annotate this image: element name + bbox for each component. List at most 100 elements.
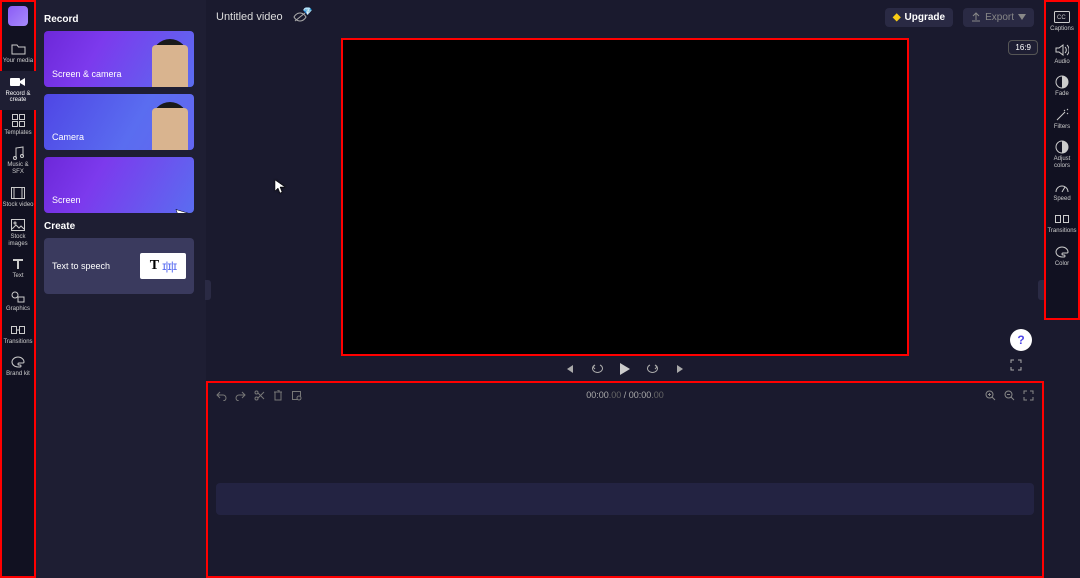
empty-track[interactable] bbox=[216, 483, 1034, 515]
nav-label: Your media bbox=[3, 58, 33, 65]
grid-icon bbox=[10, 114, 26, 128]
player-controls bbox=[341, 362, 909, 376]
nav-label: Text bbox=[12, 273, 23, 280]
premium-badge-icon: 💎 bbox=[303, 7, 313, 16]
gem-icon: ◆ bbox=[893, 12, 901, 23]
project-title[interactable]: Untitled video bbox=[216, 11, 283, 23]
speaker-icon bbox=[1054, 43, 1070, 57]
nav-label: Graphics bbox=[6, 306, 30, 313]
record-card-camera[interactable]: Camera bbox=[44, 94, 194, 150]
undo-button[interactable] bbox=[216, 390, 227, 401]
nav-transitions[interactable]: Transitions bbox=[0, 319, 36, 352]
export-label: Export bbox=[985, 12, 1014, 23]
export-button[interactable]: Export bbox=[963, 8, 1034, 27]
play-button[interactable] bbox=[619, 362, 631, 376]
nav-label: Stock images bbox=[1, 234, 35, 247]
upgrade-button[interactable]: ◆ Upgrade bbox=[885, 8, 953, 27]
video-canvas[interactable] bbox=[341, 38, 909, 356]
nav-transitions-right[interactable]: Transitions bbox=[1044, 208, 1080, 241]
contrast-icon bbox=[1054, 140, 1070, 154]
zoom-fit-button[interactable] bbox=[1023, 390, 1034, 401]
record-card-label: Screen bbox=[52, 195, 81, 205]
nav-graphics[interactable]: Graphics bbox=[0, 286, 36, 319]
nav-label: Transitions bbox=[3, 339, 32, 346]
record-card-label: Screen & camera bbox=[52, 69, 122, 79]
create-card-tts[interactable]: Text to speech Tɪ|ɪ|ɪ bbox=[44, 238, 194, 294]
preview-area: 16:9 ? bbox=[206, 34, 1044, 379]
timeline: 00:00.00 / 00:00.00 bbox=[206, 381, 1044, 578]
skip-end-button[interactable] bbox=[675, 363, 687, 375]
center-area: Untitled video 💎 ◆ Upgrade Export 16:9 ? bbox=[206, 0, 1044, 578]
nav-label: Speed bbox=[1053, 196, 1070, 203]
time-duration-ms: .00 bbox=[651, 390, 664, 400]
nav-text[interactable]: Text bbox=[0, 253, 36, 286]
collapse-panel-left[interactable] bbox=[205, 280, 211, 300]
fullscreen-button[interactable] bbox=[1010, 359, 1022, 371]
nav-templates[interactable]: Templates bbox=[0, 110, 36, 143]
timeline-time-display: 00:00.00 / 00:00.00 bbox=[586, 390, 664, 400]
time-current-ms: .00 bbox=[609, 390, 622, 400]
nav-brand-kit[interactable]: Brand kit bbox=[0, 351, 36, 384]
step-back-button[interactable] bbox=[591, 363, 603, 375]
folder-icon bbox=[10, 42, 26, 56]
time-current: 00:00 bbox=[586, 390, 609, 400]
person-graphic bbox=[152, 108, 188, 150]
nav-color[interactable]: Color bbox=[1044, 241, 1080, 274]
nav-captions[interactable]: CC Captions bbox=[1044, 6, 1080, 39]
nav-adjust-colors[interactable]: Adjust colors bbox=[1044, 136, 1080, 175]
nav-label: Stock video bbox=[2, 202, 33, 209]
right-nav: CC Captions Audio Fade Filters Adjust co… bbox=[1044, 0, 1080, 320]
zoom-out-button[interactable] bbox=[1004, 390, 1015, 401]
time-sep: / bbox=[621, 390, 629, 400]
delete-button[interactable] bbox=[273, 390, 283, 401]
timeline-toolbar: 00:00.00 / 00:00.00 bbox=[208, 383, 1042, 407]
nav-label: Filters bbox=[1054, 124, 1070, 131]
paint-icon bbox=[1054, 245, 1070, 259]
create-card-label: Text to speech bbox=[52, 261, 110, 271]
record-create-panel: Record Screen & camera Camera Screen Cre… bbox=[36, 0, 206, 578]
nav-stock-images[interactable]: Stock images bbox=[0, 214, 36, 253]
zoom-in-button[interactable] bbox=[985, 390, 996, 401]
nav-label: Music & SFX bbox=[1, 162, 35, 175]
crop-button[interactable] bbox=[291, 390, 302, 401]
transition-icon bbox=[1054, 212, 1070, 226]
record-card-screen[interactable]: Screen bbox=[44, 157, 194, 213]
collapse-panel-right[interactable] bbox=[1038, 280, 1044, 300]
timeline-zoom-tools bbox=[985, 390, 1034, 401]
visibility-toggle[interactable]: 💎 bbox=[293, 11, 307, 23]
image-icon bbox=[10, 218, 26, 232]
redo-button[interactable] bbox=[235, 390, 246, 401]
nav-label: Audio bbox=[1054, 59, 1069, 66]
palette-icon bbox=[10, 355, 26, 369]
gauge-icon bbox=[1054, 180, 1070, 194]
upgrade-label: Upgrade bbox=[905, 12, 946, 23]
tts-icon: Tɪ|ɪ|ɪ bbox=[140, 253, 186, 279]
nav-audio[interactable]: Audio bbox=[1044, 39, 1080, 72]
help-button[interactable]: ? bbox=[1010, 329, 1032, 351]
chevron-down-icon bbox=[1018, 14, 1026, 20]
upload-icon bbox=[971, 12, 981, 22]
nav-stock-video[interactable]: Stock video bbox=[0, 182, 36, 215]
nav-record-create[interactable]: Record & create bbox=[0, 71, 36, 110]
nav-speed[interactable]: Speed bbox=[1044, 176, 1080, 209]
nav-fade[interactable]: Fade bbox=[1044, 71, 1080, 104]
nav-your-media[interactable]: Your media bbox=[0, 38, 36, 71]
nav-label: Captions bbox=[1050, 26, 1074, 33]
topbar: Untitled video 💎 ◆ Upgrade Export bbox=[206, 0, 1044, 34]
nav-music-sfx[interactable]: Music & SFX bbox=[0, 142, 36, 181]
text-icon bbox=[10, 257, 26, 271]
split-button[interactable] bbox=[254, 390, 265, 401]
shapes-icon bbox=[10, 290, 26, 304]
aspect-ratio-button[interactable]: 16:9 bbox=[1008, 40, 1038, 55]
timeline-tracks[interactable] bbox=[208, 407, 1042, 576]
record-card-screen-camera[interactable]: Screen & camera bbox=[44, 31, 194, 87]
nav-label: Fade bbox=[1055, 91, 1069, 98]
app-logo[interactable] bbox=[8, 6, 28, 26]
nav-filters[interactable]: Filters bbox=[1044, 104, 1080, 137]
step-forward-button[interactable] bbox=[647, 363, 659, 375]
time-duration: 00:00 bbox=[629, 390, 652, 400]
timeline-edit-tools bbox=[216, 390, 302, 401]
svg-text:CC: CC bbox=[1057, 15, 1066, 21]
fade-icon bbox=[1054, 75, 1070, 89]
skip-start-button[interactable] bbox=[563, 363, 575, 375]
